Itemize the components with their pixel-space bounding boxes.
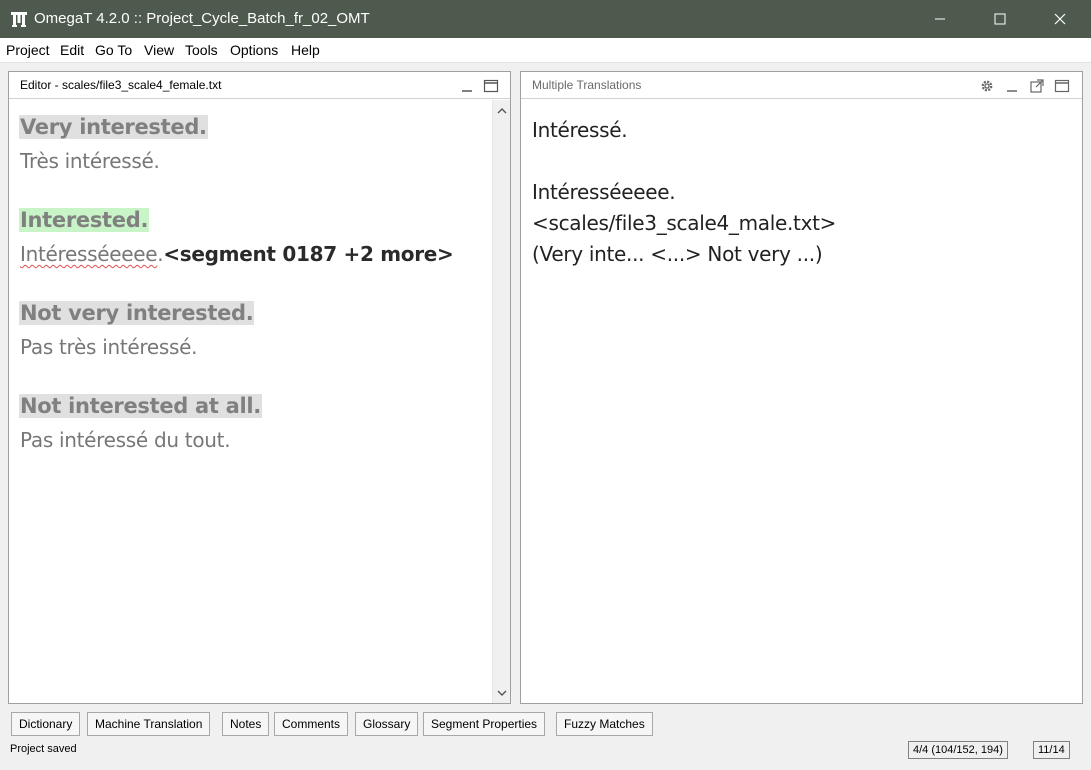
mt-pane-header: Multiple Translations bbox=[521, 72, 1082, 99]
menu-help[interactable]: Help bbox=[291, 42, 320, 58]
editor-pane-title: Editor - scales/file3_scale4_female.txt bbox=[20, 78, 222, 92]
minimize-button[interactable] bbox=[917, 0, 963, 38]
menu-view[interactable]: View bbox=[144, 42, 174, 58]
segment-source[interactable]: Very interested. bbox=[19, 115, 208, 139]
segment-target[interactable]: Pas très intéressé. bbox=[20, 335, 197, 359]
tab-segment-properties[interactable]: Segment Properties bbox=[423, 712, 546, 736]
segment-source[interactable]: Not interested at all. bbox=[19, 394, 262, 418]
menu-edit[interactable]: Edit bbox=[60, 42, 84, 58]
window-title: OmegaT 4.2.0 :: Project_Cycle_Batch_fr_0… bbox=[34, 10, 370, 27]
active-segment-source[interactable]: Interested. bbox=[19, 208, 150, 232]
scroll-up-button[interactable] bbox=[493, 102, 510, 119]
misspelled-word[interactable]: Intéresséeeee bbox=[20, 242, 158, 266]
menu-project[interactable]: Project bbox=[6, 42, 50, 58]
chevron-up-icon bbox=[497, 107, 506, 113]
tab-comments[interactable]: Comments bbox=[274, 712, 349, 736]
translation-context-line: (Very inte... <...> Not very ...) bbox=[532, 242, 823, 266]
title-bar: OmegaT 4.2.0 :: Project_Cycle_Batch_fr_0… bbox=[0, 0, 1091, 38]
translation-line: Intéressé. bbox=[532, 118, 628, 142]
maximize-pane-icon[interactable] bbox=[483, 78, 499, 94]
tab-dictionary[interactable]: Dictionary bbox=[11, 712, 81, 736]
editor-scrollbar[interactable] bbox=[492, 100, 510, 703]
progress-indicator: 4/4 (104/152, 194) bbox=[908, 741, 1008, 759]
chevron-down-icon bbox=[497, 690, 506, 696]
segment-counter: 11/14 bbox=[1033, 741, 1070, 759]
maximize-button[interactable] bbox=[977, 0, 1023, 38]
menu-bar: Project Edit Go To View Tools Options He… bbox=[0, 38, 1091, 63]
menu-goto[interactable]: Go To bbox=[95, 42, 132, 58]
translation-file-line: <scales/file3_scale4_male.txt> bbox=[532, 211, 837, 235]
active-segment-target[interactable]: Intéresséeeee.<segment 0187 +2 more> bbox=[20, 242, 454, 266]
menu-tools[interactable]: Tools bbox=[185, 42, 218, 58]
omegat-logo-icon bbox=[11, 12, 27, 27]
minimize-icon bbox=[935, 18, 945, 20]
segment-source[interactable]: Not very interested. bbox=[19, 301, 255, 325]
segment-marker: <segment 0187 +2 more> bbox=[163, 242, 454, 266]
maximize-pane-icon[interactable] bbox=[1054, 78, 1070, 94]
editor-text-area[interactable]: Very interested. Très intéressé. Interes… bbox=[9, 100, 492, 703]
editor-pane-header: Editor - scales/file3_scale4_female.txt bbox=[9, 72, 510, 99]
status-message: Project saved bbox=[10, 743, 77, 755]
gear-icon[interactable] bbox=[979, 78, 995, 94]
scroll-down-button[interactable] bbox=[493, 684, 510, 701]
maximize-icon bbox=[994, 13, 1006, 25]
close-button[interactable] bbox=[1037, 0, 1083, 38]
minimize-pane-icon[interactable] bbox=[1004, 78, 1020, 94]
undock-icon[interactable] bbox=[1029, 78, 1045, 94]
tab-glossary[interactable]: Glossary bbox=[355, 712, 419, 736]
tab-fuzzy-matches[interactable]: Fuzzy Matches bbox=[556, 712, 653, 736]
segment-target[interactable]: Très intéressé. bbox=[20, 149, 160, 173]
menu-options[interactable]: Options bbox=[230, 42, 278, 58]
editor-pane: Editor - scales/file3_scale4_female.txt … bbox=[8, 71, 511, 704]
minimize-pane-icon[interactable] bbox=[459, 78, 475, 94]
segment-target[interactable]: Pas intéressé du tout. bbox=[20, 428, 231, 452]
close-icon bbox=[1054, 13, 1066, 25]
tab-machine-translation[interactable]: Machine Translation bbox=[87, 712, 211, 736]
mt-pane-title: Multiple Translations bbox=[532, 78, 642, 92]
tab-notes[interactable]: Notes bbox=[222, 712, 270, 736]
multiple-translations-pane: Multiple Translations Intéressé. Intéres… bbox=[520, 71, 1083, 704]
translation-line: Intéresséeeee. bbox=[532, 180, 676, 204]
